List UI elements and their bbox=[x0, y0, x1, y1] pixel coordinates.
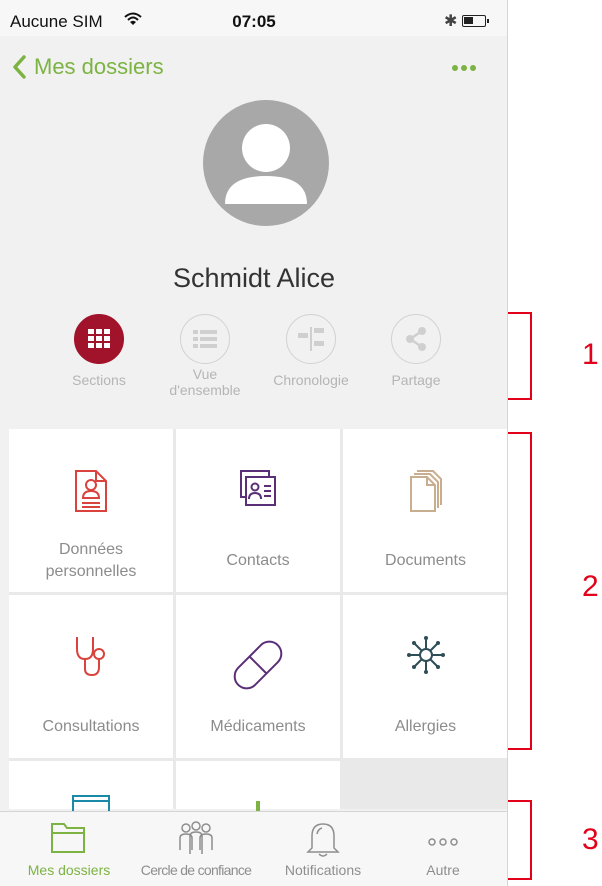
stethoscope-icon bbox=[76, 637, 105, 677]
annotation-bracket-2 bbox=[508, 432, 532, 750]
bluetooth-icon: ✱ bbox=[444, 13, 458, 30]
section-partial-1[interactable] bbox=[9, 761, 173, 814]
back-button[interactable]: Mes dossiers bbox=[12, 54, 164, 80]
tab-label: Sections bbox=[72, 372, 126, 388]
more-options-button[interactable] bbox=[444, 52, 484, 82]
annotation-label-2: 2 bbox=[582, 570, 599, 603]
section-label: Documents bbox=[385, 552, 466, 569]
section-label: Consultations bbox=[42, 718, 140, 735]
folder-icon bbox=[51, 823, 85, 853]
section-medications[interactable]: Médicaments bbox=[176, 595, 340, 758]
sections-grid: Données personnelles Contacts Documents … bbox=[9, 429, 507, 817]
people-icon bbox=[179, 821, 213, 854]
section-label: Données personnelles bbox=[45, 541, 137, 580]
bottom-tab-label: Autre bbox=[426, 862, 460, 878]
section-allergies[interactable]: Allergies bbox=[343, 595, 507, 758]
annotation-label-1: 1 bbox=[582, 338, 599, 371]
section-contacts[interactable]: Contacts bbox=[176, 429, 340, 592]
bottom-tab-label: Notifications bbox=[284, 862, 362, 878]
annotation-label-3: 3 bbox=[582, 823, 599, 856]
bell-icon bbox=[306, 823, 340, 857]
bottom-tab-bar: Mes dossiers Cercle de confiance Notific… bbox=[0, 811, 507, 886]
tab-label: Chronologie bbox=[273, 372, 349, 388]
bottom-tab-label: Cercle de confiance bbox=[140, 862, 252, 878]
bottom-tab-other[interactable]: Autre bbox=[388, 812, 498, 886]
user-silhouette-icon bbox=[225, 124, 307, 204]
bottom-tab-trust-circle[interactable]: Cercle de confiance bbox=[130, 812, 262, 886]
back-label: Mes dossiers bbox=[34, 54, 164, 79]
section-documents[interactable]: Documents bbox=[343, 429, 507, 592]
tab-label: Partage bbox=[391, 372, 441, 388]
patient-name: Schmidt Alice bbox=[172, 263, 336, 293]
list-icon bbox=[193, 330, 217, 348]
timeline-icon bbox=[298, 327, 324, 351]
share-icon bbox=[406, 327, 426, 351]
personal-data-icon bbox=[75, 470, 107, 512]
bottom-tab-my-files[interactable]: Mes dossiers bbox=[14, 812, 124, 886]
more-icon bbox=[428, 838, 458, 846]
status-bar: Aucune SIM 07:05 ✱ bbox=[0, 0, 507, 36]
tab-timeline[interactable]: Chronologie bbox=[261, 314, 361, 388]
section-partial-2[interactable] bbox=[176, 761, 340, 817]
chevron-left-icon bbox=[13, 55, 26, 79]
nav-bar: Mes dossiers bbox=[0, 36, 507, 100]
annotation-bracket-3 bbox=[508, 800, 532, 880]
section-label: Contacts bbox=[226, 552, 290, 569]
tab-overview[interactable]: Vue d'ensemble bbox=[155, 314, 255, 398]
pill-icon bbox=[233, 640, 283, 690]
section-label: Allergies bbox=[394, 718, 457, 735]
bottom-tab-notifications[interactable]: Notifications bbox=[268, 812, 378, 886]
tab-sections[interactable]: Sections bbox=[49, 314, 149, 388]
ellipsis-icon bbox=[452, 65, 476, 71]
contacts-icon bbox=[240, 470, 276, 506]
tab-share[interactable]: Partage bbox=[366, 314, 466, 388]
bottom-tab-label: Mes dossiers bbox=[27, 862, 111, 878]
clock: 07:05 bbox=[232, 12, 276, 31]
phone-screen: Aucune SIM 07:05 ✱ Mes dossiers Schmidt … bbox=[0, 0, 508, 886]
tab-label: Vue d'ensemble bbox=[169, 366, 241, 398]
allergy-icon bbox=[406, 636, 445, 674]
grid-icon bbox=[88, 329, 110, 348]
battery-icon bbox=[462, 15, 489, 27]
documents-icon bbox=[409, 470, 442, 512]
section-consultations[interactable]: Consultations bbox=[9, 595, 173, 758]
avatar[interactable] bbox=[203, 100, 329, 226]
section-label: Médicaments bbox=[210, 718, 306, 735]
section-personal-data[interactable]: Données personnelles bbox=[9, 429, 173, 592]
annotation-bracket-1 bbox=[508, 312, 532, 400]
